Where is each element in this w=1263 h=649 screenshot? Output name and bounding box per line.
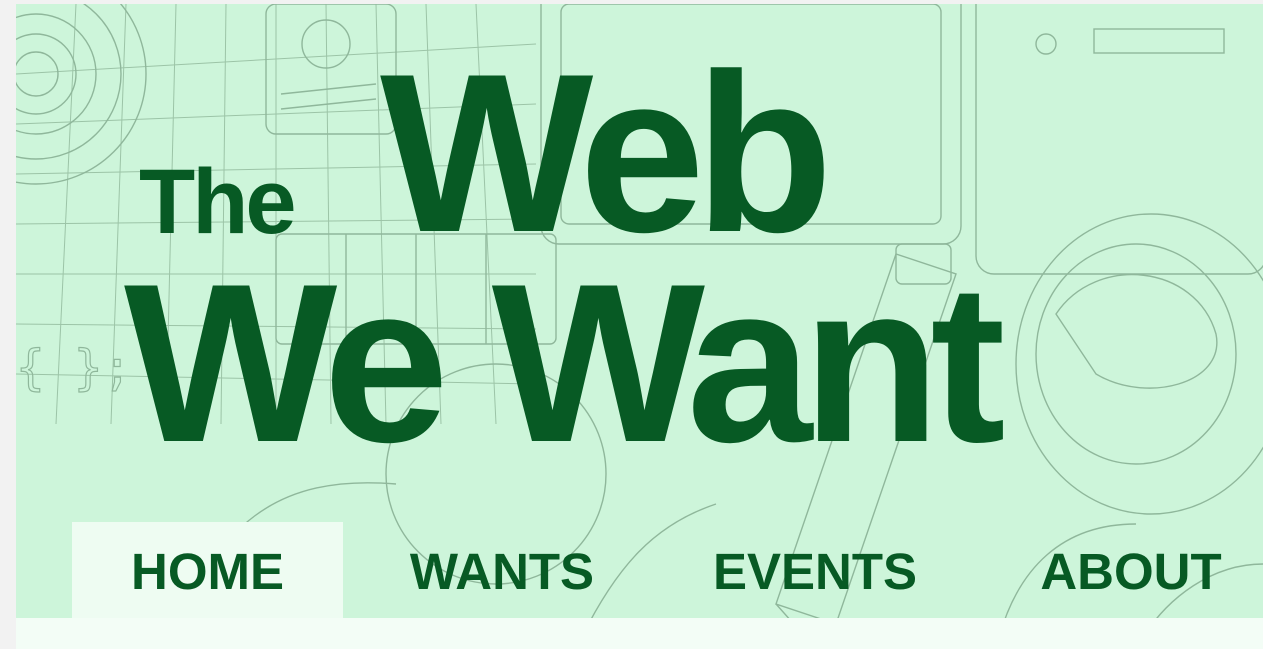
main-navigation: HOME WANTS EVENTS ABOUT — [72, 522, 1252, 620]
nav-item-wants[interactable]: WANTS — [390, 522, 614, 620]
logo-we-want: We Want — [124, 236, 1006, 489]
nav-item-about[interactable]: ABOUT — [1020, 522, 1242, 620]
content-area-top — [16, 618, 1263, 649]
logo-web: Web — [380, 26, 833, 279]
site-logo[interactable]: The Web We Want — [16, 4, 1263, 504]
logo-the: The — [139, 151, 297, 253]
page: { }; The Web We Want HOME WANTS EVENTS A… — [16, 4, 1263, 649]
nav-item-home[interactable]: HOME — [72, 522, 343, 620]
nav-item-events[interactable]: EVENTS — [702, 522, 928, 620]
